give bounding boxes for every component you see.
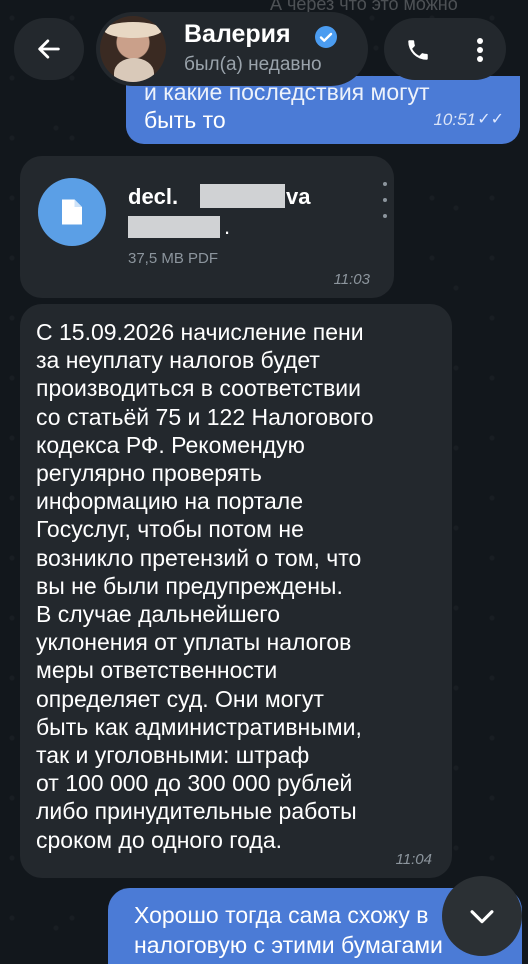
- more-button[interactable]: [460, 30, 500, 70]
- message-time: 11:04: [395, 851, 432, 868]
- file-options-button[interactable]: [380, 182, 390, 218]
- message-text: С 15.09.2026 начисление пени за неуплату…: [36, 319, 374, 853]
- incoming-message[interactable]: С 15.09.2026 начисление пени за неуплату…: [20, 304, 452, 878]
- file-name-dot: .: [224, 214, 231, 239]
- avatar-body: [114, 58, 154, 82]
- file-name: decl.: [128, 184, 179, 209]
- verified-badge-icon: [315, 26, 337, 48]
- avatar-hat: [104, 22, 162, 38]
- message-time: 11:03: [333, 271, 370, 288]
- phone-icon: [408, 40, 428, 60]
- document-icon: [62, 199, 82, 225]
- contact-name: Валерия: [184, 20, 291, 48]
- avatar[interactable]: [100, 16, 166, 82]
- outgoing-message[interactable]: и какие последствия могут быть то 10:51 …: [126, 76, 520, 144]
- contact-status: был(а) недавно: [184, 54, 322, 75]
- message-time: 10:51: [433, 110, 476, 129]
- redaction-bar: [200, 184, 285, 208]
- chevron-down-icon: [470, 910, 494, 924]
- read-ticks-icon: ✓✓: [477, 111, 504, 128]
- call-button[interactable]: [398, 30, 438, 70]
- more-vertical-icon: [477, 38, 483, 62]
- file-download-button[interactable]: [38, 178, 106, 246]
- file-meta: 37,5 MB PDF: [128, 250, 219, 267]
- file-name-end: va: [286, 184, 311, 209]
- file-message[interactable]: decl. va . 37,5 MB PDF 11:03: [20, 156, 394, 298]
- scroll-down-button[interactable]: [442, 876, 522, 956]
- arrow-left-icon: [38, 39, 60, 59]
- redaction-bar: [128, 216, 220, 238]
- back-button[interactable]: [14, 18, 84, 80]
